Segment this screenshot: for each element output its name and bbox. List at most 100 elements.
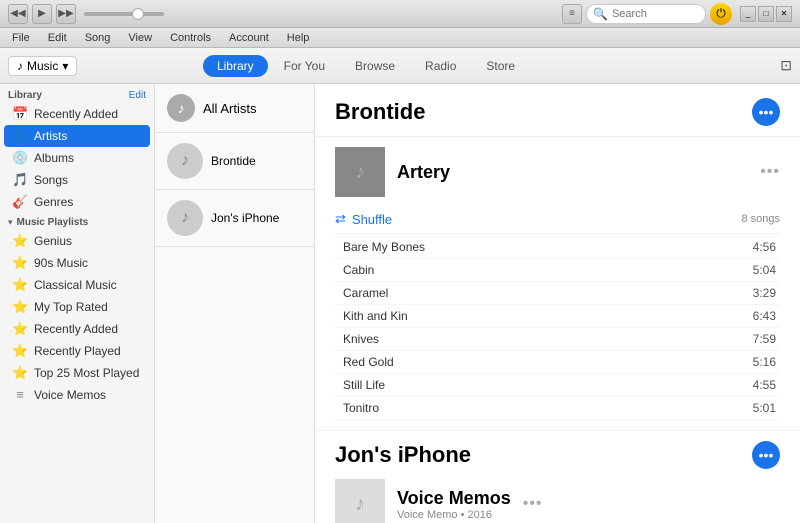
search-box[interactable]: 🔍 — [586, 4, 706, 24]
sidebar-item-label: Recently Added — [34, 107, 118, 121]
nav-tab-browse[interactable]: Browse — [341, 55, 409, 77]
sidebar-item-genius[interactable]: ⭐ Genius — [0, 230, 154, 252]
artist-jons-iphone[interactable]: ♪ Jon's iPhone — [155, 190, 314, 247]
sidebar-item-genres[interactable]: 🎸 Genres — [0, 191, 154, 213]
chevron-down-icon: ▾ — [62, 59, 68, 73]
brontide-more-button[interactable]: ••• — [752, 98, 780, 126]
song-name: Tonitro — [335, 401, 753, 415]
song-name: Still Life — [335, 378, 753, 392]
sidebar-item-label: Artists — [34, 129, 67, 143]
voice-memos-art: ♪ — [335, 479, 385, 523]
search-input[interactable] — [612, 8, 702, 20]
sidebar-item-albums[interactable]: 💿 Albums — [0, 147, 154, 169]
song-row[interactable]: Red Gold 5:16 — [335, 351, 780, 374]
jons-iphone-name: Jon's iPhone — [211, 211, 279, 225]
iphone-more-button[interactable]: ••• — [752, 441, 780, 469]
genius-icon: ⭐ — [12, 233, 28, 249]
source-selector[interactable]: ♪ Music ▾ — [8, 56, 77, 76]
minimize-button[interactable]: _ — [740, 6, 756, 22]
song-name: Kith and Kin — [335, 309, 753, 323]
song-row[interactable]: Knives 7:59 — [335, 328, 780, 351]
sidebar-item-label: Classical Music — [34, 278, 117, 292]
sidebar-item-label: Genres — [34, 195, 73, 209]
song-name: Cabin — [335, 263, 753, 277]
all-artists-item[interactable]: ♪ All Artists — [155, 84, 314, 133]
menu-item-help[interactable]: Help — [279, 30, 318, 46]
next-button[interactable]: ▶▶ — [56, 4, 76, 24]
recently-added-icon: 📅 — [12, 106, 28, 122]
menu-item-view[interactable]: View — [120, 30, 160, 46]
song-duration: 4:56 — [753, 240, 780, 254]
playback-controls: ◀◀ ▶ ▶▶ — [8, 4, 76, 24]
voice-memos-header: ♪ Voice Memos Voice Memo • 2016 ••• — [335, 479, 780, 523]
menu-item-file[interactable]: File — [4, 30, 38, 46]
sidebar-item-voice-memos[interactable]: ≡ Voice Memos — [0, 384, 154, 405]
brontide-avatar: ♪ — [167, 143, 203, 179]
prev-button[interactable]: ◀◀ — [8, 4, 28, 24]
sidebar-item-recently-added-playlist[interactable]: ⭐ Recently Added — [0, 318, 154, 340]
shuffle-row[interactable]: ⇄ Shuffle 8 songs — [335, 205, 780, 234]
play-button[interactable]: ▶ — [32, 4, 52, 24]
search-icon: 🔍 — [593, 7, 608, 21]
song-row[interactable]: Kith and Kin 6:43 — [335, 305, 780, 328]
menu-item-controls[interactable]: Controls — [162, 30, 219, 46]
restore-button[interactable]: □ — [758, 6, 774, 22]
song-name: Red Gold — [335, 355, 753, 369]
source-label: Music — [27, 59, 58, 73]
airplay-icon[interactable]: ⊡ — [780, 57, 792, 74]
brontide-title: Brontide — [335, 99, 425, 125]
library-edit[interactable]: Edit — [129, 90, 146, 101]
recently-added-playlist-icon: ⭐ — [12, 321, 28, 337]
song-row[interactable]: Tonitro 5:01 — [335, 397, 780, 420]
power-button[interactable]: ⏻ — [710, 3, 732, 25]
nav-tab-for-you[interactable]: For You — [270, 55, 339, 77]
voice-memos-info: Voice Memos Voice Memo • 2016 — [397, 488, 511, 521]
sidebar-item-label: Recently Played — [34, 344, 121, 358]
library-section-header: Library Edit — [0, 84, 154, 103]
main-content: Brontide ••• ♪ Artery ••• ⇄ Shuffle 8 so… — [315, 84, 800, 523]
close-button[interactable]: ✕ — [776, 6, 792, 22]
nav-tabs: LibraryFor YouBrowseRadioStore — [203, 55, 529, 77]
playlists-title: Music Playlists — [17, 217, 89, 228]
menu-item-song[interactable]: Song — [77, 30, 119, 46]
sidebar-item-recently-added[interactable]: 📅 Recently Added — [0, 103, 154, 125]
top-25-icon: ⭐ — [12, 365, 28, 381]
artists-icon: 👤 — [12, 128, 28, 144]
song-row[interactable]: Still Life 4:55 — [335, 374, 780, 397]
song-duration: 5:04 — [753, 263, 780, 277]
playlists-header[interactable]: ▾ Music Playlists — [0, 213, 154, 230]
menu-item-edit[interactable]: Edit — [40, 30, 75, 46]
song-row[interactable]: Caramel 3:29 — [335, 282, 780, 305]
progress-slider[interactable] — [84, 12, 164, 16]
sidebar-item-90s-music[interactable]: ⭐ 90s Music — [0, 252, 154, 274]
genres-icon: 🎸 — [12, 194, 28, 210]
sidebar-item-recently-played[interactable]: ⭐ Recently Played — [0, 340, 154, 362]
album-art: ♪ — [335, 147, 385, 197]
sidebar-item-artists[interactable]: 👤 Artists — [4, 125, 150, 147]
menu-item-account[interactable]: Account — [221, 30, 277, 46]
song-duration: 5:01 — [753, 401, 780, 415]
list-view-button[interactable]: ≡ — [562, 4, 582, 24]
sidebar-item-my-top-rated[interactable]: ⭐ My Top Rated — [0, 296, 154, 318]
sidebar-item-songs[interactable]: 🎵 Songs — [0, 169, 154, 191]
window-controls: _ □ ✕ — [740, 6, 792, 22]
iphone-header: Jon's iPhone ••• — [335, 441, 780, 469]
all-artists-icon: ♪ — [167, 94, 195, 122]
artist-brontide[interactable]: ♪ Brontide — [155, 133, 314, 190]
nav-tab-store[interactable]: Store — [472, 55, 529, 77]
song-row[interactable]: Cabin 5:04 — [335, 259, 780, 282]
brontide-name: Brontide — [211, 154, 256, 168]
jons-iphone-avatar: ♪ — [167, 200, 203, 236]
sidebar-item-classical-music[interactable]: ⭐ Classical Music — [0, 274, 154, 296]
nav-tab-library[interactable]: Library — [203, 55, 268, 77]
song-name: Caramel — [335, 286, 753, 300]
nav-tab-radio[interactable]: Radio — [411, 55, 470, 77]
voice-memos-more-button[interactable]: ••• — [523, 495, 543, 513]
album-more-button[interactable]: ••• — [760, 163, 780, 181]
artist-list: ♪ All Artists ♪ Brontide ♪ Jon's iPhone — [155, 84, 315, 523]
menu-bar: FileEditSongViewControlsAccountHelp — [0, 28, 800, 48]
song-row[interactable]: Bare My Bones 4:56 — [335, 236, 780, 259]
sidebar-item-top-25[interactable]: ⭐ Top 25 Most Played — [0, 362, 154, 384]
song-duration: 6:43 — [753, 309, 780, 323]
song-duration: 7:59 — [753, 332, 780, 346]
